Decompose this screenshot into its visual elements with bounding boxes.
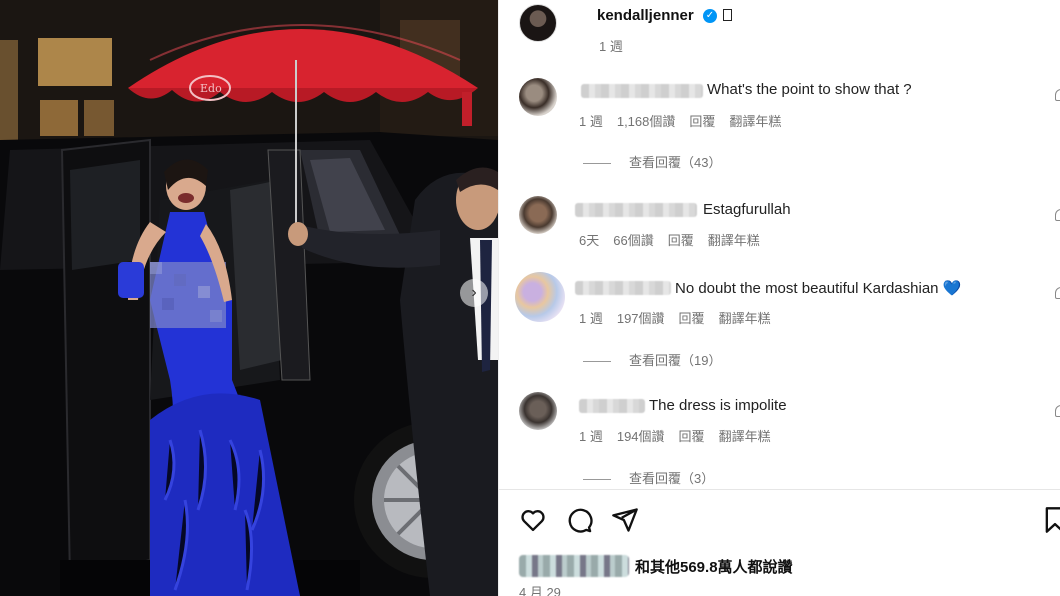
commenter-name-blurred[interactable] bbox=[579, 399, 645, 413]
reply-button[interactable]: 回覆 bbox=[679, 429, 705, 444]
comment-text: No doubt the most beautiful Kardashian 💙 bbox=[675, 280, 962, 297]
comment-avatar[interactable] bbox=[519, 392, 557, 430]
comment-meta: 1 週 1,168個讚 回覆 翻譯年糕 bbox=[579, 111, 795, 130]
umbrella-logo: Edo bbox=[200, 82, 222, 95]
carousel-next-button[interactable]: › bbox=[460, 279, 488, 307]
post-author-avatar[interactable] bbox=[519, 4, 557, 42]
likes-summary[interactable]: 和其他569.8萬人都說讚 bbox=[519, 554, 1039, 578]
comment-text: Estagfurullah bbox=[703, 201, 791, 218]
post-author-username[interactable]: kendalljenner bbox=[597, 7, 694, 24]
comment-meta: 1 週 197個讚 回覆 翻譯年糕 bbox=[579, 308, 785, 327]
comment-avatar[interactable] bbox=[515, 272, 565, 322]
post-action-bar bbox=[519, 506, 1060, 534]
reply-button[interactable]: 回覆 bbox=[689, 114, 715, 129]
translate-button[interactable]: 翻譯年糕 bbox=[719, 311, 771, 326]
comment-like-icon[interactable] bbox=[1055, 405, 1060, 417]
comment-avatar[interactable] bbox=[519, 196, 557, 234]
verified-icon: ✓ bbox=[703, 9, 717, 23]
section-divider bbox=[499, 489, 1060, 490]
heart-icon[interactable] bbox=[519, 506, 547, 534]
comment-like-icon[interactable] bbox=[1055, 89, 1060, 101]
translate-button[interactable]: 翻譯年糕 bbox=[719, 429, 771, 444]
translate-button[interactable]: 翻譯年糕 bbox=[708, 233, 760, 248]
post-details-panel: kendalljenner ✓ 1 週 What's the point to … bbox=[498, 0, 1060, 596]
comment-icon[interactable] bbox=[565, 506, 593, 534]
view-replies-label: 查看回覆（19） bbox=[629, 353, 722, 368]
liker-avatars-blurred bbox=[519, 555, 629, 577]
view-replies-button[interactable]: 查看回覆（43） bbox=[583, 152, 721, 171]
comment-likes[interactable]: 1,168個讚 bbox=[617, 114, 676, 129]
bookmark-icon[interactable] bbox=[1041, 506, 1060, 534]
comment-like-icon[interactable] bbox=[1055, 209, 1060, 221]
share-icon[interactable] bbox=[611, 506, 639, 534]
comment-text: The dress is impolite bbox=[649, 397, 787, 414]
comment-meta: 6天 66個讚 回覆 翻譯年糕 bbox=[579, 230, 774, 249]
commenter-name-blurred[interactable] bbox=[581, 84, 703, 98]
comment-time: 6天 bbox=[579, 233, 600, 248]
translate-button[interactable]: 翻譯年糕 bbox=[729, 114, 781, 129]
comment-meta: 1 週 194個讚 回覆 翻譯年糕 bbox=[579, 426, 785, 445]
more-icon[interactable] bbox=[723, 9, 732, 21]
post-header: kendalljenner ✓ 1 週 bbox=[519, 2, 1059, 54]
view-replies-button[interactable]: 查看回覆（19） bbox=[583, 350, 721, 369]
post-date: 4 月 29 bbox=[519, 585, 561, 596]
comment-likes[interactable]: 66個讚 bbox=[613, 233, 653, 248]
post-photo-illustration: Edo bbox=[0, 0, 498, 596]
commenter-name-blurred[interactable] bbox=[575, 203, 697, 217]
view-replies-label: 查看回覆（3） bbox=[629, 471, 715, 486]
comment-text: What's the point to show that ? bbox=[707, 81, 912, 98]
reply-button[interactable]: 回覆 bbox=[679, 311, 705, 326]
commenter-name-blurred[interactable] bbox=[575, 281, 671, 295]
comment-avatar[interactable] bbox=[519, 78, 557, 116]
reply-button[interactable]: 回覆 bbox=[668, 233, 694, 248]
comment-likes[interactable]: 197個讚 bbox=[617, 311, 665, 326]
view-replies-label: 查看回覆（43） bbox=[629, 155, 722, 170]
view-replies-button[interactable]: 查看回覆（3） bbox=[583, 468, 714, 487]
comment-time: 1 週 bbox=[579, 311, 603, 326]
comment-like-icon[interactable] bbox=[1055, 287, 1060, 299]
comment-time: 1 週 bbox=[579, 429, 603, 444]
post-time: 1 週 bbox=[599, 39, 623, 54]
comment-likes[interactable]: 194個讚 bbox=[617, 429, 665, 444]
post-photo: Edo › bbox=[0, 0, 498, 596]
likes-count[interactable]: 和其他569.8萬人都說讚 bbox=[635, 556, 793, 577]
comment-time: 1 週 bbox=[579, 114, 603, 129]
